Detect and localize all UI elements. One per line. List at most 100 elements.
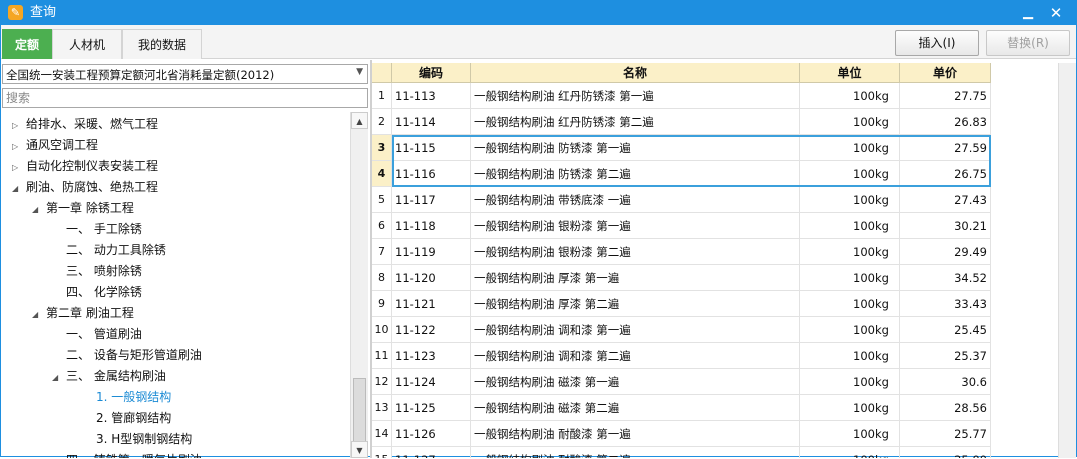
left-panel: 全国统一安装工程预算定额河北省消耗量定额(2012) ▼ ▷给排水、采暖、燃气工… [1, 60, 370, 458]
close-button[interactable]: ✕ [1045, 3, 1067, 23]
scrollbar-thumb[interactable] [353, 378, 366, 442]
tree-item-label: 二、 设备与矩形管道刷油 [66, 348, 202, 362]
search-input[interactable] [2, 88, 368, 108]
tree-item-label: 给排水、采暖、燃气工程 [26, 117, 159, 131]
tab-labor-material-machine[interactable]: 人材机 [52, 29, 122, 59]
tree-item-label: 三、 金属结构刷油 [66, 369, 166, 383]
name-cell: 一般钢结构刷油 防锈漆 第二遍 [471, 161, 800, 187]
table-scrollbar[interactable] [1058, 63, 1076, 458]
name-cell: 一般钢结构刷油 防锈漆 第一遍 [471, 135, 800, 161]
library-select[interactable]: 全国统一安装工程预算定额河北省消耗量定额(2012) ▼ [2, 64, 368, 84]
price-cell: 30.6 [900, 369, 991, 395]
table-row[interactable]: 8 11-120 一般钢结构刷油 厚漆 第一遍 100kg 34.52 [372, 265, 992, 291]
tree-item[interactable]: 一、 手工除锈 [52, 219, 142, 240]
table-row[interactable]: 7 11-119 一般钢结构刷油 银粉漆 第二遍 100kg 29.49 [372, 239, 992, 265]
code-cell: 11-114 [392, 109, 471, 135]
column-header-name[interactable]: 名称 [471, 63, 800, 83]
table-row[interactable]: 9 11-121 一般钢结构刷油 厚漆 第二遍 100kg 33.43 [372, 291, 992, 317]
column-header-price[interactable]: 单价 [900, 63, 991, 83]
tree-item-label: 四、 铸铁管、暖气片刷油 [66, 453, 202, 458]
row-index: 6 [372, 213, 392, 239]
code-cell: 11-118 [392, 213, 471, 239]
tree-item[interactable]: ◢ 三、 金属结构刷油 [52, 366, 166, 387]
table-row[interactable]: 1 11-113 一般钢结构刷油 红丹防锈漆 第一遍 100kg 27.75 [372, 83, 992, 109]
name-cell: 一般钢结构刷油 厚漆 第二遍 [471, 291, 800, 317]
expanded-arrow-icon[interactable]: ◢ [32, 199, 46, 220]
name-cell: 一般钢结构刷油 厚漆 第一遍 [471, 265, 800, 291]
tree-item[interactable]: 二、 设备与矩形管道刷油 [52, 345, 202, 366]
name-cell: 一般钢结构刷油 磁漆 第一遍 [471, 369, 800, 395]
name-cell: 一般钢结构刷油 红丹防锈漆 第一遍 [471, 83, 800, 109]
table-row[interactable]: 2 11-114 一般钢结构刷油 红丹防锈漆 第二遍 100kg 26.83 [372, 109, 992, 135]
row-index: 2 [372, 109, 392, 135]
category-tree: ▷ 给排水、采暖、燃气工程 ▷ 通风空调工程 ▷ 自动化控制仪表安装工程 ◢ 刷油、防腐蚀、绝… [2, 112, 350, 458]
tree-item[interactable]: ◢ 第一章 除锈工程 [32, 198, 134, 219]
tree-item-label: 第一章 除锈工程 [46, 201, 134, 215]
table-row[interactable]: 12 11-124 一般钢结构刷油 磁漆 第一遍 100kg 30.6 [372, 369, 992, 395]
scroll-down-icon[interactable]: ▼ [351, 441, 368, 458]
table-row[interactable]: 3 11-115 一般钢结构刷油 防锈漆 第一遍 100kg 27.59 [372, 135, 992, 161]
tree-item[interactable]: ▷ 自动化控制仪表安装工程 [12, 156, 158, 177]
replace-button[interactable]: 替换(R) [986, 30, 1070, 56]
code-cell: 11-121 [392, 291, 471, 317]
code-cell: 11-120 [392, 265, 471, 291]
tree-item[interactable]: 3. H型钢制钢结构 [82, 429, 192, 450]
collapsed-arrow-icon[interactable]: ▷ [12, 136, 26, 157]
unit-cell: 100kg [800, 187, 900, 213]
expanded-arrow-icon[interactable]: ◢ [52, 367, 66, 388]
tab-my-data[interactable]: 我的数据 [122, 29, 202, 59]
code-cell: 11-124 [392, 369, 471, 395]
column-header-unit[interactable]: 单位 [800, 63, 900, 83]
table-row[interactable]: 5 11-117 一般钢结构刷油 带锈底漆 一遍 100kg 27.43 [372, 187, 992, 213]
tree-scrollbar[interactable]: ▲ ▼ [350, 112, 368, 458]
name-cell: 一般钢结构刷油 银粉漆 第一遍 [471, 213, 800, 239]
tree-item[interactable]: 1. 一般钢结构 [82, 387, 171, 408]
tree-item[interactable]: 一、 管道刷油 [52, 324, 142, 345]
expanded-arrow-icon[interactable]: ◢ [12, 178, 26, 199]
unit-cell: 100kg [800, 161, 900, 187]
tree-item-label: 2. 管廊钢结构 [96, 411, 172, 425]
tree-item[interactable]: ◢ 第二章 刷油工程 [32, 303, 134, 324]
row-index: 3 [372, 135, 392, 161]
code-cell: 11-113 [392, 83, 471, 109]
tab-quota[interactable]: 定额 [2, 29, 52, 59]
price-cell: 27.43 [900, 187, 991, 213]
name-cell: 一般钢结构刷油 磁漆 第二遍 [471, 395, 800, 421]
table-row[interactable]: 6 11-118 一般钢结构刷油 银粉漆 第一遍 100kg 30.21 [372, 213, 992, 239]
table-row[interactable]: 13 11-125 一般钢结构刷油 磁漆 第二遍 100kg 28.56 [372, 395, 992, 421]
row-index: 4 [372, 161, 392, 187]
minimize-button[interactable]: ▁ [1017, 3, 1039, 23]
tree-item[interactable]: 2. 管廊钢结构 [82, 408, 171, 429]
tree-item[interactable]: 二、 动力工具除锈 [52, 240, 166, 261]
price-cell: 27.75 [900, 83, 991, 109]
price-cell: 34.52 [900, 265, 991, 291]
tree-item[interactable]: ◢ 刷油、防腐蚀、绝热工程 [12, 177, 158, 198]
table-row[interactable]: 4 11-116 一般钢结构刷油 防锈漆 第二遍 100kg 26.75 [372, 161, 992, 187]
tree-item[interactable]: ▷ 通风空调工程 [12, 135, 98, 156]
unit-cell: 100kg [800, 343, 900, 369]
name-cell: 一般钢结构刷油 耐酸漆 第二遍 [471, 447, 800, 458]
tree-item[interactable]: 三、 喷射除锈 [52, 261, 142, 282]
tree-item[interactable]: 四、 化学除锈 [52, 282, 142, 303]
collapsed-arrow-icon[interactable]: ▷ [12, 115, 26, 136]
scroll-up-icon[interactable]: ▲ [351, 112, 368, 129]
name-cell: 一般钢结构刷油 红丹防锈漆 第二遍 [471, 109, 800, 135]
collapsed-arrow-icon[interactable]: ▷ [12, 157, 26, 178]
table-row[interactable]: 1511-127一般钢结构刷油 耐酸漆 第二遍100kg25.00 [372, 447, 992, 458]
price-cell: 25.00 [900, 447, 991, 458]
table-row[interactable]: 10 11-122 一般钢结构刷油 调和漆 第一遍 100kg 25.45 [372, 317, 992, 343]
insert-button[interactable]: 插入(I) [895, 30, 979, 56]
code-cell: 11-126 [392, 421, 471, 447]
price-cell: 28.56 [900, 395, 991, 421]
table-row[interactable]: 11 11-123 一般钢结构刷油 调和漆 第二遍 100kg 25.37 [372, 343, 992, 369]
chevron-down-icon[interactable]: ▼ [356, 67, 363, 77]
price-cell: 33.43 [900, 291, 991, 317]
code-cell: 11-125 [392, 395, 471, 421]
table-row[interactable]: 14 11-126 一般钢结构刷油 耐酸漆 第一遍 100kg 25.77 [372, 421, 992, 447]
tree-item[interactable]: ▷ 给排水、采暖、燃气工程 [12, 114, 158, 135]
column-header-code[interactable]: 编码 [392, 63, 471, 83]
tree-item-label: 3. H型钢制钢结构 [96, 432, 193, 446]
expanded-arrow-icon[interactable]: ◢ [32, 304, 46, 325]
code-cell: 11-122 [392, 317, 471, 343]
tree-item-label: 三、 喷射除锈 [66, 264, 142, 278]
